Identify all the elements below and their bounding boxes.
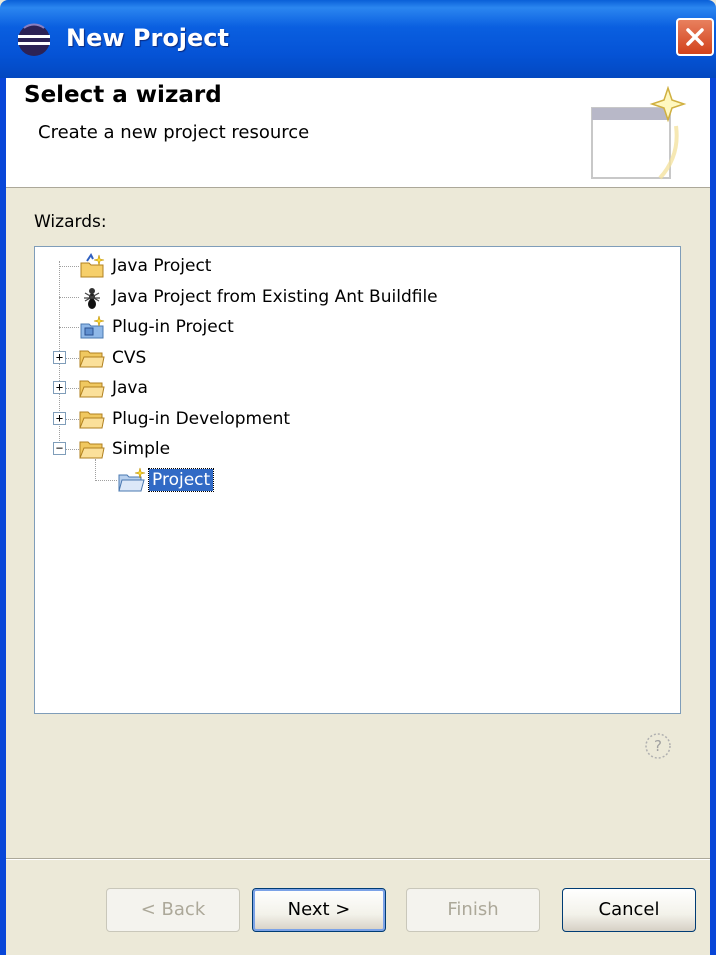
window-frame-right <box>710 78 716 955</box>
folder-icon <box>79 380 105 398</box>
tree-item-label: Plug-in Project <box>112 317 234 337</box>
expand-toggle[interactable]: + <box>53 381 66 394</box>
folder-icon <box>79 350 105 368</box>
plugin-project-icon <box>80 315 105 339</box>
eclipse-icon <box>18 23 50 56</box>
tree-item-label: Java <box>112 378 148 398</box>
wizards-label: Wizards: <box>34 212 107 232</box>
ant-icon <box>84 288 100 309</box>
help-icon[interactable]: ? <box>644 732 672 760</box>
wizard-banner-icon <box>591 86 687 180</box>
expand-toggle[interactable]: + <box>53 351 66 364</box>
tree-connector <box>95 480 117 481</box>
close-button[interactable] <box>676 18 714 56</box>
folder-open-icon <box>79 441 105 459</box>
tree-item-label: Plug-in Development <box>112 409 291 429</box>
tree-connector <box>59 266 79 267</box>
tree-connector <box>59 327 79 328</box>
close-icon <box>686 28 704 46</box>
title-bar[interactable]: New Project <box>0 0 716 78</box>
tree-item-label: Java Project from Existing Ant Buildfile <box>112 287 438 307</box>
tree-item-label: Project <box>147 468 215 492</box>
tree-item-label: Simple <box>112 439 171 459</box>
expand-toggle[interactable]: + <box>53 412 66 425</box>
page-description: Create a new project resource <box>38 122 310 143</box>
svg-text:?: ? <box>654 737 662 755</box>
java-project-icon <box>80 253 105 278</box>
wizard-tree[interactable]: Java Project Java Project from Existing … <box>34 246 681 714</box>
window-frame-left <box>0 78 6 955</box>
tree-item-label: CVS <box>112 348 147 368</box>
button-separator <box>6 858 710 860</box>
tree-item-plugin-development[interactable]: Plug-in Development <box>79 405 293 433</box>
folder-icon <box>79 411 105 429</box>
tree-item-java[interactable]: Java <box>79 374 151 402</box>
window-title: New Project <box>66 24 230 52</box>
tree-item-plugin-project[interactable]: Plug-in Project <box>79 313 237 341</box>
page-title: Select a wizard <box>24 82 222 108</box>
tree-item-project[interactable]: Project <box>117 466 215 494</box>
cancel-button[interactable]: Cancel <box>562 888 696 932</box>
next-button[interactable]: Next > <box>252 888 386 932</box>
collapse-toggle[interactable]: − <box>53 442 66 455</box>
tree-item-java-project[interactable]: Java Project <box>79 252 214 280</box>
wizard-header: Select a wizard Create a new project res… <box>6 78 710 188</box>
tree-item-cvs[interactable]: CVS <box>79 344 149 372</box>
finish-button[interactable]: Finish <box>406 888 540 932</box>
new-project-dialog: New Project Select a wizard Create a new… <box>0 0 716 955</box>
tree-item-ant-buildfile[interactable]: Java Project from Existing Ant Buildfile <box>79 283 441 311</box>
back-button[interactable]: < Back <box>106 888 240 932</box>
tree-item-label: Java Project <box>112 256 212 276</box>
tree-item-simple[interactable]: Simple <box>79 435 173 463</box>
tree-connector <box>59 297 79 298</box>
new-project-icon <box>118 467 146 492</box>
